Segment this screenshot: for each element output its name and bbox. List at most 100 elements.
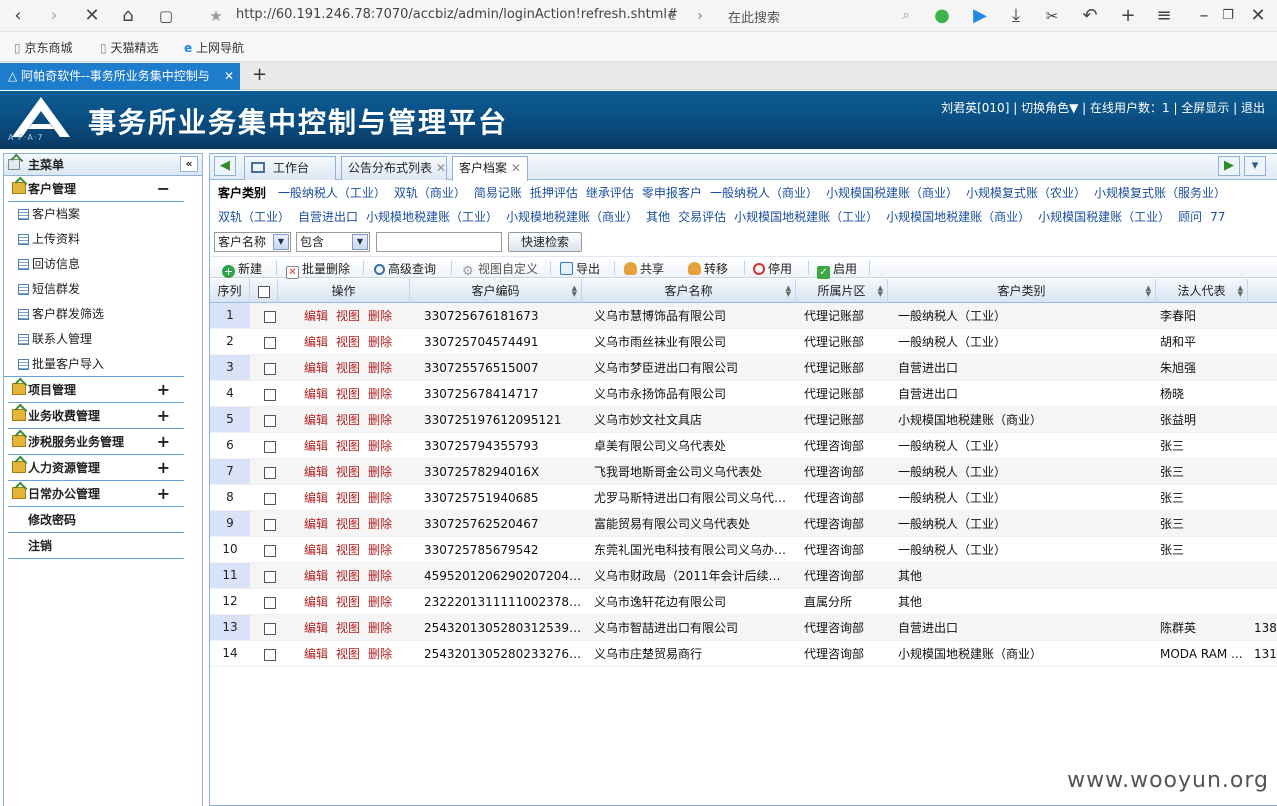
sort-icon[interactable]: ▲ ▼: [786, 285, 791, 298]
table-row[interactable]: 14 编辑 视图 删除 254320130528023327637 义乌市庄楚贸易商行 代理…: [210, 641, 1277, 667]
home-icon[interactable]: ⌂: [116, 4, 140, 28]
table-row[interactable]: 11 编辑 视图 删除 459520120629020720469 义乌市财政局（2011…: [210, 563, 1277, 589]
category-link[interactable]: 一般纳税人（商业）: [710, 186, 818, 200]
view-link[interactable]: 视图: [336, 543, 360, 557]
category-link[interactable]: 小规模国税建账（商业）: [826, 186, 958, 200]
category-link[interactable]: 双轨（工业）: [218, 210, 290, 224]
edit-link[interactable]: 编辑: [304, 647, 328, 661]
disable-button[interactable]: 停用: [753, 260, 792, 277]
row-checkbox-cell[interactable]: [264, 589, 276, 615]
tab-close-icon[interactable]: ✕: [436, 161, 446, 175]
tab-customer-archive[interactable]: 客户档案 ✕: [452, 156, 528, 181]
category-link[interactable]: 顾问: [1178, 210, 1202, 224]
table-row[interactable]: 6 编辑 视图 删除 330725794355793 卓美有限公司义乌代表处 代理咨询部 一般…: [210, 433, 1277, 459]
col-type[interactable]: 客户类别 ▲ ▼: [888, 279, 1156, 303]
fullscreen-link[interactable]: 全屏显示: [1181, 101, 1229, 115]
table-row[interactable]: 9 编辑 视图 删除 330725762520467 富能贸易有限公司义乌代表处 代理咨询部…: [210, 511, 1277, 537]
search-input[interactable]: 在此搜索: [728, 7, 780, 26]
delete-link[interactable]: 删除: [368, 413, 392, 427]
view-link[interactable]: 视图: [336, 413, 360, 427]
row-checkbox-cell[interactable]: [264, 381, 276, 407]
row-checkbox-cell[interactable]: [264, 563, 276, 589]
sort-icon[interactable]: ▲ ▼: [878, 285, 883, 298]
table-row[interactable]: 4 编辑 视图 删除 330725678414717 义乌市永扬饰品有限公司 代理记账部 自营…: [210, 381, 1277, 407]
sidebar-group-customers[interactable]: 客户管理 −: [8, 176, 184, 202]
row-checkbox[interactable]: [264, 388, 276, 401]
chat-icon[interactable]: ●: [930, 4, 954, 28]
tab-menu-icon[interactable]: ▾: [1244, 156, 1266, 176]
delete-link[interactable]: 删除: [368, 621, 392, 635]
row-checkbox-cell[interactable]: [264, 485, 276, 511]
row-checkbox-cell[interactable]: [264, 355, 276, 381]
reader-icon[interactable]: ▢: [154, 4, 178, 28]
tab-scroll-left-icon[interactable]: ◀: [214, 156, 236, 176]
sidebar-group-fees[interactable]: 业务收费管理 +: [8, 403, 184, 429]
delete-link[interactable]: 删除: [368, 595, 392, 609]
row-checkbox[interactable]: [264, 648, 276, 661]
category-link[interactable]: 继承评估: [586, 186, 634, 200]
browser-tab[interactable]: △ 阿帕奇软件--事务所业务集中控制与 ✕: [0, 63, 240, 90]
table-row[interactable]: 5 编辑 视图 删除 330725197612095121 义乌市妙文社文具店 代理记账部 小…: [210, 407, 1277, 433]
delete-link[interactable]: 删除: [368, 439, 392, 453]
table-row[interactable]: 2 编辑 视图 删除 330725704574491 义乌市雨丝袜业有限公司 代理记账部 一般…: [210, 329, 1277, 355]
row-checkbox-cell[interactable]: [264, 459, 276, 485]
category-link[interactable]: 小规模复式账（农业）: [966, 186, 1086, 200]
scissors-icon[interactable]: ✂: [1040, 4, 1064, 28]
row-checkbox-cell[interactable]: [264, 329, 276, 355]
restore-icon[interactable]: ❐: [1216, 4, 1240, 28]
collapse-sidebar-button[interactable]: «: [180, 156, 198, 172]
table-row[interactable]: 7 编辑 视图 删除 33072578294016X 飞我哥地斯哥金公司义乌代表处 代理咨询…: [210, 459, 1277, 485]
row-checkbox-cell[interactable]: [264, 303, 276, 329]
chevron-right-icon[interactable]: ›: [688, 4, 712, 28]
sidebar-item-change-password[interactable]: 修改密码: [8, 507, 184, 533]
view-link[interactable]: 视图: [336, 439, 360, 453]
new-button[interactable]: + 新建: [222, 260, 262, 278]
sidebar-item-contacts[interactable]: 联系人管理: [4, 327, 202, 352]
enable-button[interactable]: ✓ 启用: [817, 260, 857, 279]
sidebar-item-logout[interactable]: 注销: [8, 533, 184, 559]
menu-icon[interactable]: ≡: [1152, 4, 1176, 28]
close-icon[interactable]: ✕: [1246, 4, 1270, 28]
delete-link[interactable]: 删除: [368, 387, 392, 401]
tab-close-icon[interactable]: ✕: [511, 161, 521, 175]
edit-link[interactable]: 编辑: [304, 517, 328, 531]
collapse-icon[interactable]: −: [157, 176, 170, 202]
edit-link[interactable]: 编辑: [304, 465, 328, 479]
tab-announcements[interactable]: 公告分布式列表 ✕: [341, 156, 447, 180]
tab-scroll-right-icon[interactable]: ▶: [1218, 156, 1240, 176]
delete-link[interactable]: 删除: [368, 517, 392, 531]
table-row[interactable]: 13 编辑 视图 删除 254320130528031253965 义乌市智喆进出口有限公…: [210, 615, 1277, 641]
view-link[interactable]: 视图: [336, 621, 360, 635]
search-icon[interactable]: ⌕: [894, 4, 918, 28]
back-icon[interactable]: ‹: [6, 4, 30, 28]
edit-link[interactable]: 编辑: [304, 387, 328, 401]
delete-link[interactable]: 删除: [368, 569, 392, 583]
sidebar-item-sms[interactable]: 短信群发: [4, 277, 202, 302]
delete-link[interactable]: 删除: [368, 309, 392, 323]
row-checkbox[interactable]: [264, 544, 276, 557]
view-link[interactable]: 视图: [336, 517, 360, 531]
view-link[interactable]: 视图: [336, 387, 360, 401]
edit-link[interactable]: 编辑: [304, 413, 328, 427]
play-icon[interactable]: ▶: [968, 4, 992, 28]
download-icon[interactable]: ⤓: [1004, 4, 1028, 28]
view-customize-button[interactable]: ⚙ 视图自定义: [462, 260, 538, 278]
category-link[interactable]: 自营进出口: [298, 210, 358, 224]
sort-icon[interactable]: ▲ ▼: [572, 285, 577, 298]
view-link[interactable]: 视图: [336, 309, 360, 323]
edit-link[interactable]: 编辑: [304, 621, 328, 635]
row-checkbox[interactable]: [264, 336, 276, 349]
row-checkbox[interactable]: [264, 466, 276, 479]
search-op-select[interactable]: 包含 ▼: [296, 232, 370, 252]
edit-link[interactable]: 编辑: [304, 491, 328, 505]
category-link[interactable]: 抵押评估: [530, 186, 578, 200]
expand-icon[interactable]: +: [157, 403, 170, 429]
bulk-delete-button[interactable]: ✕ 批量删除: [286, 260, 350, 279]
view-link[interactable]: 视图: [336, 335, 360, 349]
category-link[interactable]: 零申报客户: [642, 186, 702, 200]
row-checkbox-cell[interactable]: [264, 407, 276, 433]
row-checkbox-cell[interactable]: [264, 537, 276, 563]
edit-link[interactable]: 编辑: [304, 595, 328, 609]
edit-link[interactable]: 编辑: [304, 543, 328, 557]
delete-link[interactable]: 删除: [368, 465, 392, 479]
